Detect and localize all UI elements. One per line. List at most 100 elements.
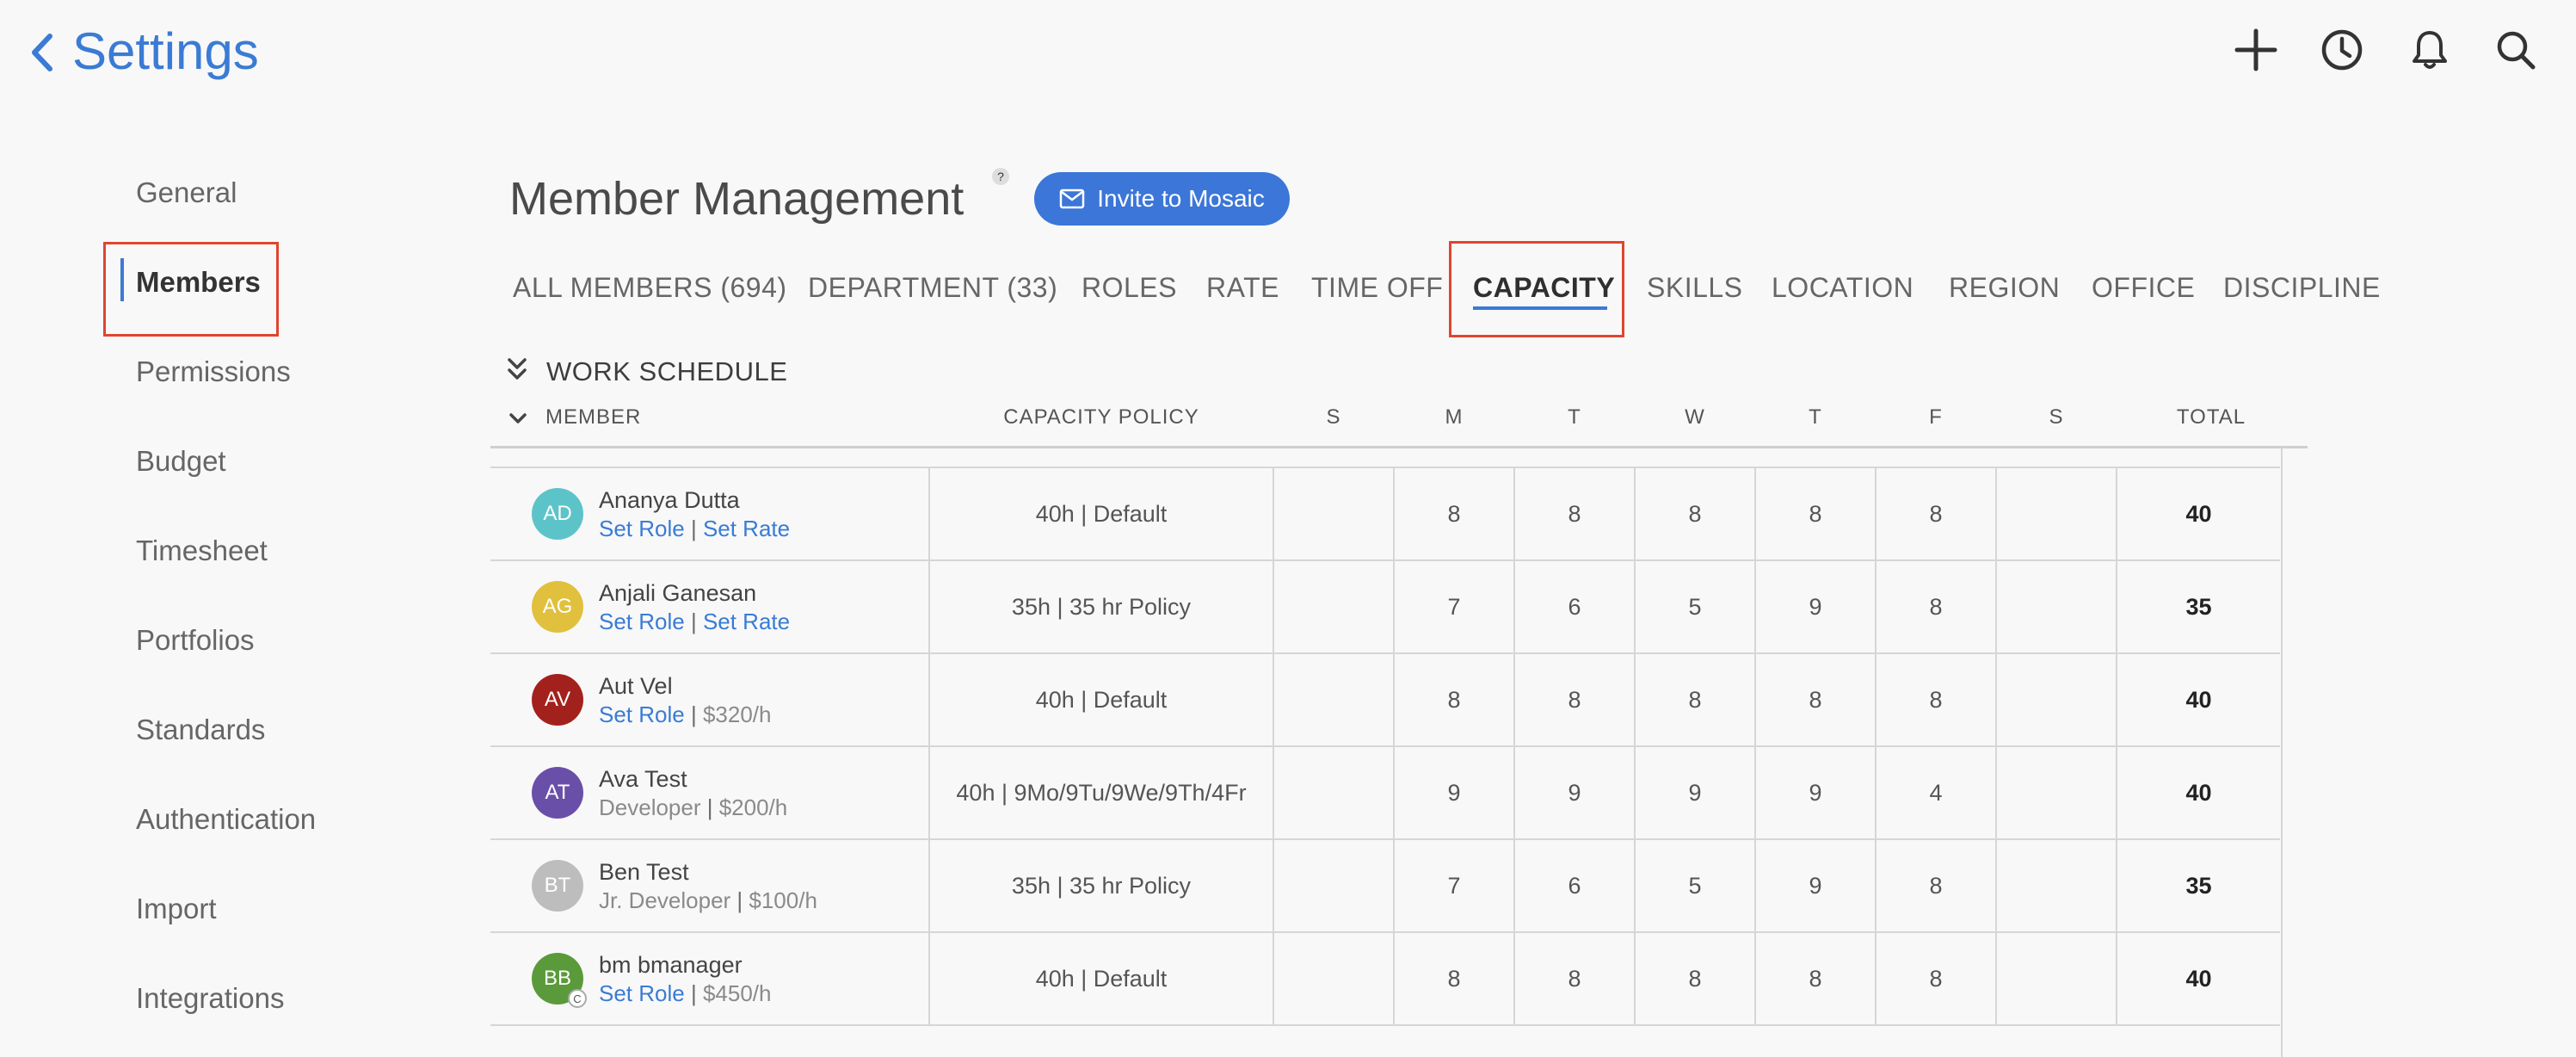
- sidebar-item-general[interactable]: General: [136, 174, 237, 212]
- bell-icon[interactable]: [2406, 26, 2454, 74]
- day-hours-cell[interactable]: 8: [1875, 838, 1997, 933]
- tab-location[interactable]: LOCATION: [1772, 269, 1914, 306]
- set-role-link[interactable]: Set Role: [599, 516, 685, 541]
- member-name[interactable]: Anjali Ganesan: [599, 578, 790, 608]
- tab-department[interactable]: DEPARTMENT (33): [808, 269, 1057, 306]
- day-hours-cell[interactable]: 8: [1875, 931, 1997, 1026]
- day-hours-cell[interactable]: 8: [1393, 652, 1515, 747]
- day-hours-cell[interactable]: 8: [1634, 931, 1756, 1026]
- day-hours-cell[interactable]: [1273, 838, 1395, 933]
- sidebar-item-integrations[interactable]: Integrations: [136, 980, 284, 1017]
- avatar[interactable]: BT: [532, 860, 583, 912]
- capacity-policy-cell[interactable]: 40h | Default: [928, 931, 1274, 1026]
- avatar[interactable]: AG: [532, 581, 583, 633]
- day-hours-cell[interactable]: [1995, 467, 2117, 561]
- sidebar-item-timesheet[interactable]: Timesheet: [136, 532, 268, 570]
- highlight-box-capacity: [1449, 241, 1624, 337]
- set-role-link[interactable]: Set Role: [599, 980, 685, 1006]
- day-hours-cell[interactable]: 8: [1875, 559, 1997, 654]
- day-hours-cell[interactable]: 9: [1393, 745, 1515, 840]
- plus-icon[interactable]: [2232, 26, 2280, 74]
- tab-rate[interactable]: RATE: [1206, 269, 1279, 306]
- day-hours-cell[interactable]: [1995, 745, 2117, 840]
- total-cell: 40: [2116, 931, 2280, 1026]
- day-hours-cell[interactable]: 8: [1513, 931, 1636, 1026]
- avatar[interactable]: AV: [532, 674, 583, 726]
- day-hours-cell[interactable]: 6: [1513, 559, 1636, 654]
- tab-discipline[interactable]: DISCIPLINE: [2223, 269, 2381, 306]
- invite-button[interactable]: Invite to Mosaic: [1034, 172, 1290, 226]
- capacity-policy-cell[interactable]: 35h | 35 hr Policy: [928, 559, 1274, 654]
- day-hours-cell[interactable]: [1995, 838, 2117, 933]
- total-cell: 40: [2116, 467, 2280, 561]
- day-hours-cell[interactable]: 8: [1634, 652, 1756, 747]
- day-hours-cell[interactable]: 8: [1393, 467, 1515, 561]
- avatar[interactable]: AD: [532, 488, 583, 540]
- tab-region[interactable]: REGION: [1949, 269, 2060, 306]
- sidebar-item-budget[interactable]: Budget: [136, 442, 226, 480]
- day-hours-cell[interactable]: [1995, 559, 2117, 654]
- day-hours-cell[interactable]: 8: [1875, 652, 1997, 747]
- day-hours-cell[interactable]: 8: [1754, 931, 1877, 1026]
- set-role-link[interactable]: Set Role: [599, 702, 685, 727]
- set-rate-link[interactable]: Set Rate: [703, 609, 790, 634]
- tab-office[interactable]: OFFICE: [2092, 269, 2195, 306]
- capacity-policy-cell[interactable]: 40h | 9Mo/9Tu/9We/9Th/4Fr: [928, 745, 1274, 840]
- column-header-member[interactable]: MEMBER: [545, 405, 641, 430]
- capacity-policy-cell[interactable]: 35h | 35 hr Policy: [928, 838, 1274, 933]
- tab-skills[interactable]: SKILLS: [1647, 269, 1743, 306]
- double-chevron-down-icon[interactable]: [506, 355, 528, 384]
- tab-time-off[interactable]: TIME OFF: [1311, 269, 1443, 306]
- tab-roles[interactable]: ROLES: [1082, 269, 1177, 306]
- day-hours-cell[interactable]: 4: [1875, 745, 1997, 840]
- day-hours-cell[interactable]: 6: [1513, 838, 1636, 933]
- day-hours-cell[interactable]: [1995, 652, 2117, 747]
- capacity-policy-cell[interactable]: 40h | Default: [928, 652, 1274, 747]
- day-hours-cell[interactable]: 7: [1393, 559, 1515, 654]
- member-name[interactable]: bm bmanager: [599, 950, 771, 980]
- capacity-policy-cell[interactable]: 40h | Default: [928, 467, 1274, 561]
- day-hours-cell[interactable]: 9: [1513, 745, 1636, 840]
- sidebar-item-portfolios[interactable]: Portfolios: [136, 621, 255, 659]
- day-hours-cell[interactable]: [1273, 745, 1395, 840]
- sidebar-item-import[interactable]: Import: [136, 890, 217, 928]
- day-hours-cell[interactable]: 7: [1393, 838, 1515, 933]
- day-hours-cell[interactable]: 9: [1754, 745, 1877, 840]
- chevron-down-icon[interactable]: [508, 408, 528, 429]
- day-hours-cell[interactable]: 8: [1513, 652, 1636, 747]
- day-hours-cell[interactable]: 9: [1754, 838, 1877, 933]
- member-name[interactable]: Aut Vel: [599, 671, 771, 701]
- day-hours-cell[interactable]: 8: [1875, 467, 1997, 561]
- day-hours-cell[interactable]: 8: [1754, 467, 1877, 561]
- tab-all-members[interactable]: ALL MEMBERS (694): [513, 269, 787, 306]
- day-hours-cell[interactable]: 5: [1634, 838, 1756, 933]
- day-hours-cell[interactable]: [1273, 931, 1395, 1026]
- day-hours-cell[interactable]: 8: [1634, 467, 1756, 561]
- day-hours-cell[interactable]: 9: [1754, 559, 1877, 654]
- day-hours-cell[interactable]: 8: [1393, 931, 1515, 1026]
- day-hours-cell[interactable]: 8: [1754, 652, 1877, 747]
- sidebar-item-authentication[interactable]: Authentication: [136, 800, 316, 838]
- day-hours-cell[interactable]: [1273, 467, 1395, 561]
- member-name[interactable]: Ananya Dutta: [599, 485, 790, 515]
- back-chevron-icon[interactable]: [26, 31, 60, 74]
- day-hours-cell[interactable]: 8: [1513, 467, 1636, 561]
- day-hours-cell[interactable]: 9: [1634, 745, 1756, 840]
- page-title[interactable]: Settings: [72, 21, 259, 83]
- member-name[interactable]: Ben Test: [599, 857, 817, 887]
- help-icon[interactable]: ?: [992, 168, 1009, 185]
- day-hours-cell[interactable]: 5: [1634, 559, 1756, 654]
- sidebar-item-standards[interactable]: Standards: [136, 711, 265, 749]
- set-rate-link[interactable]: Set Rate: [703, 516, 790, 541]
- column-header-capacity-policy[interactable]: CAPACITY POLICY: [929, 405, 1273, 430]
- avatar[interactable]: BB C: [532, 953, 587, 1008]
- search-icon[interactable]: [2492, 26, 2540, 74]
- member-name[interactable]: Ava Test: [599, 764, 787, 794]
- day-hours-cell[interactable]: [1995, 931, 2117, 1026]
- day-hours-cell[interactable]: [1273, 559, 1395, 654]
- sidebar-item-permissions[interactable]: Permissions: [136, 353, 291, 391]
- avatar[interactable]: AT: [532, 767, 583, 819]
- day-hours-cell[interactable]: [1273, 652, 1395, 747]
- set-role-link[interactable]: Set Role: [599, 609, 685, 634]
- clock-icon[interactable]: [2318, 26, 2366, 74]
